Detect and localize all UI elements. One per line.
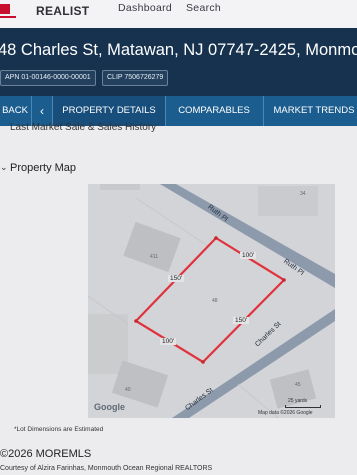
- property-header: 48 Charles St, Matawan, NJ 07747-2425, M…: [0, 28, 357, 96]
- clip-badge: CLIP 7506726279: [102, 70, 169, 86]
- copyright-text: ©2026 MOREMLS: [0, 448, 92, 460]
- content-area: Last Market Sale & Sales History ⌄ Prope…: [0, 122, 357, 475]
- top-bar: REALIST Dashboard Search: [0, 0, 357, 28]
- dimension-label: 150': [233, 317, 250, 324]
- chevron-down-icon[interactable]: ⌄: [0, 162, 8, 173]
- tab-comparables[interactable]: COMPARABLES: [166, 96, 262, 126]
- nav-dashboard[interactable]: Dashboard: [118, 2, 172, 14]
- section-property-map[interactable]: Property Map: [10, 162, 76, 174]
- lot-number: 45: [295, 382, 301, 388]
- brand-name: REALIST: [36, 4, 90, 18]
- google-logo: Google: [94, 402, 125, 412]
- section-sales-history[interactable]: Last Market Sale & Sales History: [10, 122, 156, 133]
- map-attribution: Map data ©2026 Google: [258, 410, 313, 416]
- lot-number: 34: [300, 191, 306, 197]
- logo-icon: [0, 4, 16, 18]
- lot-number: 411: [150, 254, 158, 260]
- dimension-label: 100': [240, 252, 257, 259]
- dimension-label: 100': [160, 338, 177, 345]
- property-map[interactable]: Ruth Pl Ruth Pl Charles St Charles St 48…: [88, 184, 335, 418]
- scale-bar: [285, 405, 321, 408]
- apn-badge: APN 01-00146-0000-00001: [0, 70, 96, 86]
- map-scale: 25 yards: [288, 398, 308, 404]
- lot-dimension-note: *Lot Dimensions are Estimated: [14, 426, 104, 433]
- page-title: 48 Charles St, Matawan, NJ 07747-2425, M…: [0, 41, 357, 59]
- listing-courtesy: Courtesy of Alzira Farinhas, Monmouth Oc…: [0, 465, 213, 472]
- nav-search[interactable]: Search: [186, 2, 221, 14]
- tab-market-trends[interactable]: MARKET TRENDS: [264, 96, 357, 126]
- lot-number: 40: [125, 387, 131, 393]
- lot-number: 48: [212, 298, 218, 304]
- dimension-label: 150': [168, 275, 185, 282]
